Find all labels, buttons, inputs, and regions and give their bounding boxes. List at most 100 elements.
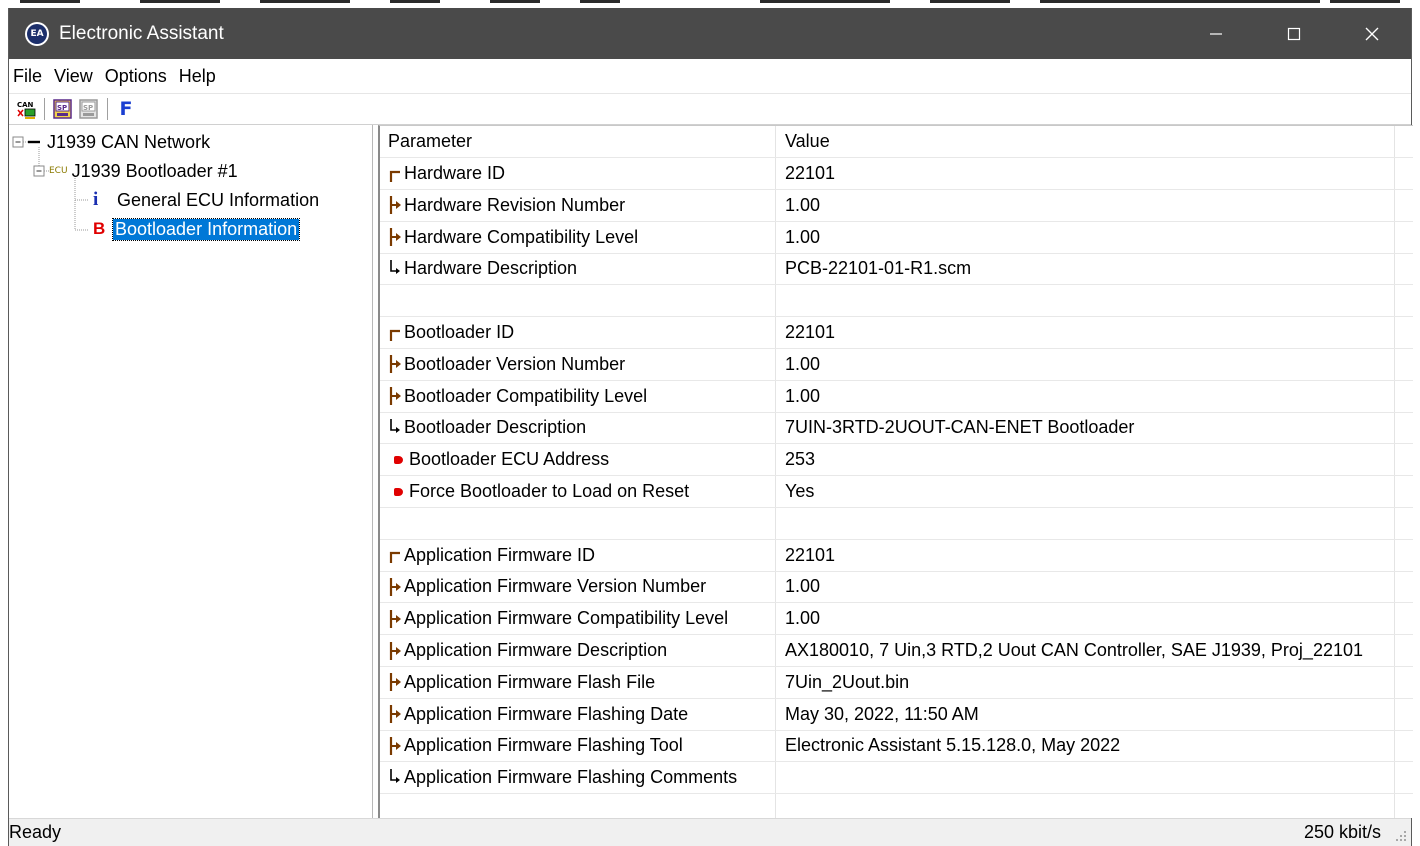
- flash-icon: F: [119, 98, 133, 120]
- tree-branch-icon: [388, 386, 402, 406]
- resize-grip-icon[interactable]: [1395, 830, 1407, 842]
- close-icon: [1365, 27, 1379, 40]
- tree-item-general-info-label: General ECU Information: [117, 189, 320, 210]
- parameter-value: Yes: [785, 481, 815, 501]
- parameter-value: May 30, 2022, 11:50 AM: [785, 703, 979, 724]
- tree-item-network[interactable]: J1939 CAN Network: [47, 129, 210, 155]
- parameter-name: Application Firmware Flashing Comments: [404, 767, 738, 788]
- parameter-value: 22101: [785, 322, 836, 342]
- menu-view[interactable]: View: [48, 66, 99, 87]
- parameter-name: Bootloader Version Number: [404, 353, 626, 374]
- table-row[interactable]: Hardware ID 22101: [380, 158, 1413, 190]
- table-row[interactable]: Application Firmware Version Number 1.00: [380, 571, 1413, 604]
- table-row[interactable]: Application Firmware Compatibility Level…: [380, 603, 1413, 636]
- parameter-value: 1.00: [785, 194, 821, 215]
- app-window: EA Electronic Assistant File View Option…: [8, 8, 1413, 846]
- maximize-button[interactable]: [1255, 8, 1333, 59]
- setpoint-read-icon: SP: [53, 99, 72, 119]
- flash-button[interactable]: F: [115, 98, 137, 120]
- menu-bar: File View Options Help: [9, 59, 1411, 93]
- close-button[interactable]: [1333, 8, 1411, 59]
- table-row[interactable]: Hardware Compatibility Level 1.00: [380, 222, 1413, 254]
- tree-branch-icon: [388, 227, 402, 247]
- table-row[interactable]: Application Firmware ID 22101: [380, 540, 1413, 572]
- tree-branch-icon: [388, 704, 402, 724]
- parameter-name: Bootloader Description: [404, 417, 587, 438]
- tree-item-ecu[interactable]: ECU J1939 Bootloader #1: [49, 158, 238, 184]
- tree-branch-icon: [388, 577, 402, 597]
- toolbar-separator: [107, 98, 108, 120]
- setpoint-read-button[interactable]: SP: [52, 98, 74, 120]
- tree-branch-icon: [388, 641, 402, 661]
- parameter-cell: Application Firmware ID: [388, 540, 595, 571]
- parameter-value: 1.00: [785, 226, 821, 247]
- setpoint-read-icon-text: SP: [57, 104, 67, 112]
- parameter-cell: Hardware Compatibility Level: [388, 222, 638, 253]
- title-bar[interactable]: EA Electronic Assistant: [9, 8, 1411, 59]
- parameter-value: 7Uin_2Uout.bin: [785, 671, 910, 692]
- status-text: Ready: [9, 822, 62, 842]
- window-title: Electronic Assistant: [59, 22, 224, 44]
- can-network-icon: CAN: [17, 101, 36, 119]
- table-row[interactable]: Force Bootloader to Load on Reset Yes: [380, 476, 1413, 508]
- parameter-cell: Force Bootloader to Load on Reset: [388, 476, 689, 507]
- menu-options[interactable]: Options: [99, 66, 173, 87]
- toolbar-separator: [44, 98, 45, 120]
- table-row[interactable]: [380, 285, 1413, 318]
- can-network-button[interactable]: CAN: [15, 98, 37, 120]
- parameter-cell: Application Firmware Flashing Tool: [388, 730, 683, 761]
- tree-branch-icon: [388, 672, 402, 692]
- tree-item-network-label: J1939 CAN Network: [47, 131, 211, 152]
- table-row[interactable]: Application Firmware Flashing Tool Electr…: [380, 730, 1413, 763]
- tree-branch-icon: [388, 768, 402, 788]
- parameter-name: Application Firmware Flash File: [404, 671, 656, 692]
- header-parameter[interactable]: Parameter: [388, 126, 472, 157]
- parameter-value: PCB-22101-01-R1.scm: [785, 258, 972, 279]
- table-row[interactable]: Application Firmware Flashing Date May 30…: [380, 699, 1413, 731]
- app-logo-icon[interactable]: EA: [25, 21, 49, 46]
- table-row[interactable]: [380, 508, 1413, 540]
- menu-file[interactable]: File: [9, 66, 48, 87]
- setpoint-write-button[interactable]: SP: [78, 98, 100, 120]
- parameter-name: Hardware ID: [404, 163, 506, 183]
- parameter-name: Application Firmware Flashing Tool: [404, 735, 683, 756]
- table-row[interactable]: Hardware Revision Number 1.00: [380, 190, 1413, 222]
- app-logo-text: EA: [27, 23, 47, 44]
- table-header: Parameter Value: [380, 126, 1413, 158]
- header-value[interactable]: Value: [785, 126, 830, 157]
- tree-branch-icon: [388, 545, 402, 565]
- table-row[interactable]: Application Firmware Flash File 7Uin_2Uou…: [380, 667, 1413, 699]
- parameter-value: 7UIN-3RTD-2UOUT-CAN-ENET Bootloader: [785, 417, 1135, 438]
- parameter-cell: Hardware Description: [388, 253, 577, 284]
- setpoint-write-icon: SP: [79, 99, 98, 119]
- table-row[interactable]: Bootloader Description 7UIN-3RTD-2UOUT-CA…: [380, 412, 1413, 445]
- parameter-cell: Application Firmware Flash File: [388, 667, 655, 698]
- tree-item-ecu-label: J1939 Bootloader #1: [71, 160, 238, 181]
- tree-branch-icon: [388, 609, 402, 629]
- parameter-cell: Bootloader Version Number: [388, 349, 625, 380]
- minimize-icon: [1210, 32, 1222, 35]
- parameter-name: Bootloader Compatibility Level: [404, 385, 648, 406]
- table-row[interactable]: Bootloader ID 22101: [380, 317, 1413, 349]
- table-row[interactable]: Hardware Description PCB-22101-01-R1.scm: [380, 253, 1413, 286]
- parameter-value: 253: [785, 449, 816, 470]
- parameter-cell: Bootloader ECU Address: [388, 444, 609, 475]
- table-row[interactable]: Bootloader Version Number 1.00: [380, 349, 1413, 381]
- table-row[interactable]: Bootloader Compatibility Level 1.00: [380, 381, 1413, 413]
- minimize-button[interactable]: [1177, 8, 1255, 59]
- parameter-name: Force Bootloader to Load on Reset: [409, 481, 690, 501]
- menu-help[interactable]: Help: [173, 66, 222, 87]
- parameter-name: Application Firmware Description: [404, 640, 668, 660]
- table-row[interactable]: Application Firmware Description AX180010…: [380, 635, 1413, 667]
- table-row[interactable]: Application Firmware Flashing Comments: [380, 762, 1413, 795]
- parameter-name: Bootloader ECU Address: [409, 449, 610, 470]
- parameter-name: Hardware Revision Number: [404, 194, 626, 215]
- parameter-cell: Application Firmware Flashing Date: [388, 699, 688, 730]
- parameter-value: 22101: [785, 163, 836, 183]
- tree-item-general-info[interactable]: i General ECU Information: [93, 187, 319, 213]
- table-row[interactable]: Bootloader ECU Address 253: [380, 444, 1413, 477]
- tree-item-bootloader-info[interactable]: B Bootloader Information: [93, 216, 301, 242]
- ecu-icon: ECU: [49, 166, 68, 176]
- parameter-cell: Application Firmware Flashing Comments: [388, 762, 737, 793]
- bootloader-icon: B: [93, 219, 106, 238]
